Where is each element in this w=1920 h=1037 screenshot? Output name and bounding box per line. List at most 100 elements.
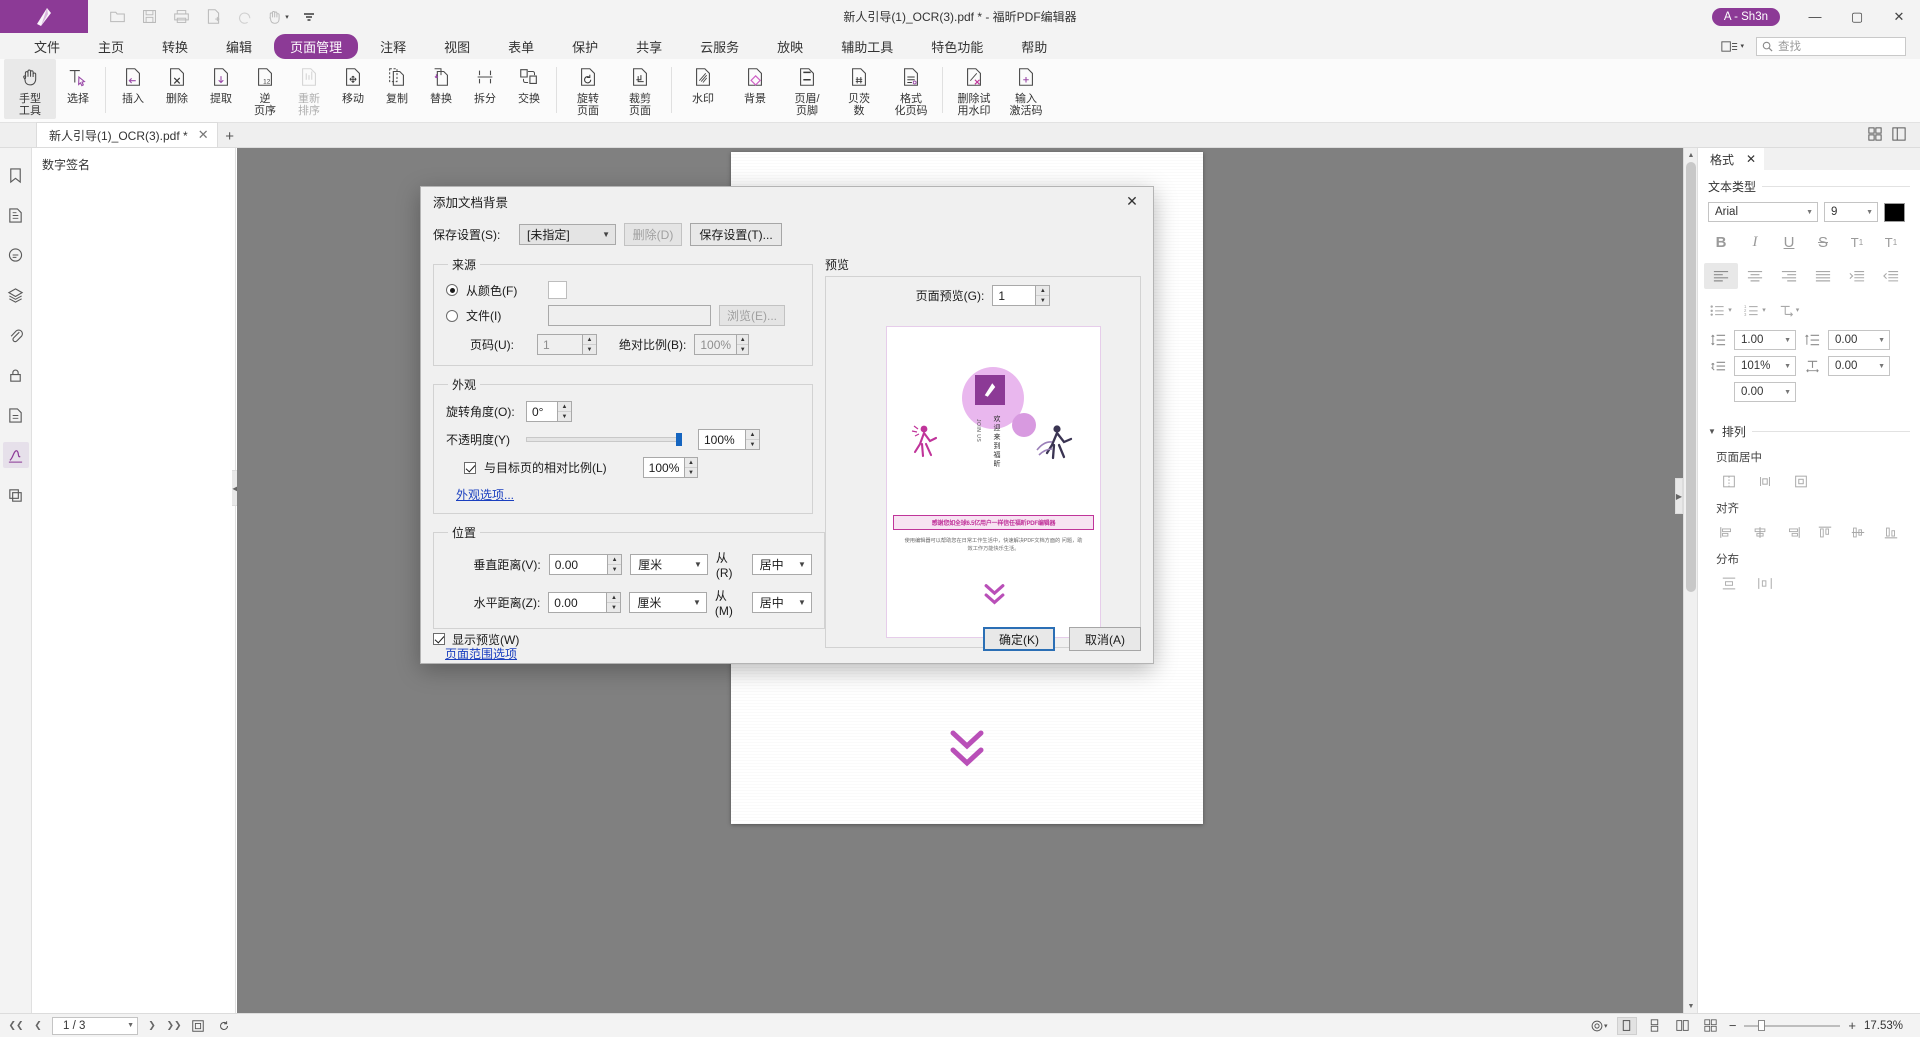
paragraph-spacing-input[interactable]: 0.00 ▼	[1828, 330, 1890, 350]
spin-down-icon[interactable]: ▼	[1036, 296, 1049, 305]
save-icon[interactable]	[134, 4, 164, 30]
next-page-icon[interactable]: ❯	[144, 1018, 160, 1034]
menu-present[interactable]: 放映	[761, 34, 819, 59]
bates-number-button[interactable]: 贝茨 数	[833, 59, 885, 119]
enter-activation-code-button[interactable]: 输入 激活码	[1000, 59, 1052, 119]
spinner-arrows[interactable]: ▲▼	[736, 334, 749, 355]
save-settings-select[interactable]: [未指定] ▼	[519, 224, 616, 245]
align-obj-top-icon[interactable]	[1810, 520, 1841, 544]
move-page-button[interactable]: 移动	[331, 59, 375, 119]
spin-up-icon[interactable]: ▲	[1036, 286, 1049, 296]
security-icon[interactable]	[3, 362, 29, 388]
bold-icon[interactable]: B	[1704, 229, 1738, 255]
document-scrollbar[interactable]: ▲ ▼	[1683, 148, 1697, 1013]
zoom-slider[interactable]	[1744, 1019, 1840, 1033]
zoom-level[interactable]: 17.53%	[1864, 1020, 1910, 1032]
close-icon[interactable]: ✕	[1746, 152, 1756, 166]
stamp-icon[interactable]	[3, 482, 29, 508]
delete-page-button[interactable]: 删除	[155, 59, 199, 119]
close-button[interactable]: ✕	[1878, 0, 1920, 33]
undo-icon[interactable]	[230, 4, 260, 30]
format-page-number-button[interactable]: 格式 化页码	[885, 59, 937, 119]
extract-page-button[interactable]: 提取	[199, 59, 243, 119]
browse-button[interactable]: 浏览(E)...	[719, 305, 785, 326]
maximize-button[interactable]: ▢	[1836, 0, 1878, 33]
ok-button[interactable]: 确定(K)	[983, 627, 1055, 651]
collapse-triangle-icon[interactable]: ▼	[1708, 427, 1716, 436]
single-page-icon[interactable]	[1617, 1017, 1637, 1035]
superscript-icon[interactable]: T1	[1840, 229, 1874, 255]
tab-format[interactable]: 格式 ✕	[1698, 148, 1764, 170]
align-right-icon[interactable]	[1772, 263, 1806, 289]
opacity-knob[interactable]	[676, 433, 682, 446]
page-number-spinner[interactable]: 1 ▲▼	[537, 334, 597, 355]
align-center-icon[interactable]	[1738, 263, 1772, 289]
menu-help[interactable]: 帮助	[1005, 34, 1063, 59]
ribbon-layout-icon[interactable]: ▾	[1717, 38, 1748, 55]
pages-thumbnail-icon[interactable]	[3, 202, 29, 228]
copy-page-button[interactable]: 复制	[375, 59, 419, 119]
new-page-icon[interactable]	[198, 4, 228, 30]
menu-convert[interactable]: 转换	[146, 34, 204, 59]
italic-icon[interactable]: I	[1738, 229, 1772, 255]
search-input[interactable]: 查找	[1756, 37, 1906, 56]
horizontal-distance-spinner[interactable]: 0.00 ▲▼	[548, 592, 621, 613]
insert-page-button[interactable]: 插入	[111, 59, 155, 119]
spinner-arrows[interactable]: ▲▼	[557, 401, 572, 422]
select-tool-button[interactable]: 选择	[56, 59, 100, 119]
align-obj-left-icon[interactable]	[1712, 520, 1743, 544]
document-tab[interactable]: 新人引导(1)_OCR(3).pdf * ✕	[36, 122, 218, 147]
menu-features[interactable]: 特色功能	[915, 34, 999, 59]
absolute-scale-spinner[interactable]: 100% ▲▼	[694, 334, 749, 355]
from-color-radio[interactable]	[446, 284, 458, 296]
spin-up-icon[interactable]: ▲	[583, 335, 596, 345]
open-icon[interactable]	[102, 4, 132, 30]
menu-view[interactable]: 视图	[428, 34, 486, 59]
page-number-input[interactable]: 1 / 3 ▼	[52, 1017, 138, 1035]
close-icon[interactable]: ✕	[1119, 190, 1145, 212]
menu-file[interactable]: 文件	[18, 34, 76, 59]
tab-layout-icon[interactable]	[1892, 127, 1906, 144]
relative-scale-checkbox[interactable]	[464, 462, 476, 474]
text-direction-icon[interactable]: ▾	[1772, 297, 1806, 323]
char-scale-input[interactable]: 101% ▼	[1734, 356, 1796, 376]
background-color-swatch[interactable]	[548, 281, 567, 299]
center-both-icon[interactable]	[1784, 469, 1818, 493]
reverse-page-button[interactable]: 12 逆 页序	[243, 59, 287, 119]
file-path-input[interactable]	[548, 305, 711, 326]
align-justify-icon[interactable]	[1806, 263, 1840, 289]
spinner-arrows[interactable]: ▲▼	[606, 592, 621, 613]
font-size-select[interactable]: 9 ▼	[1824, 202, 1878, 222]
align-obj-center-icon[interactable]	[1745, 520, 1776, 544]
spin-down-icon[interactable]: ▼	[583, 345, 596, 354]
swap-page-button[interactable]: 交换	[507, 59, 551, 119]
horizontal-from-select[interactable]: 居中 ▼	[752, 592, 812, 613]
horizontal-unit-select[interactable]: 厘米 ▼	[629, 592, 707, 613]
new-tab-button[interactable]: +	[218, 128, 242, 147]
spinner-arrows[interactable]: ▲▼	[745, 429, 760, 450]
opacity-slider[interactable]	[526, 432, 682, 448]
cancel-button[interactable]: 取消(A)	[1069, 627, 1141, 651]
extra-spacing-input[interactable]: 0.00 ▼	[1734, 382, 1796, 402]
header-footer-button[interactable]: 页眉/ 页脚	[781, 59, 833, 119]
print-icon[interactable]	[166, 4, 196, 30]
menu-page-management[interactable]: 页面管理	[274, 34, 358, 59]
digital-signature-icon[interactable]	[3, 442, 29, 468]
right-panel-collapse-handle[interactable]: ▶	[1675, 478, 1683, 514]
subscript-icon[interactable]: T1	[1874, 229, 1908, 255]
zoom-knob[interactable]	[1758, 1020, 1765, 1031]
delete-settings-button[interactable]: 删除(D)	[624, 223, 682, 246]
relative-scale-spinner[interactable]: 100% ▲▼	[643, 457, 698, 478]
last-page-icon[interactable]: ❯❯	[166, 1018, 182, 1034]
strikethrough-icon[interactable]: S	[1806, 229, 1840, 255]
first-page-icon[interactable]: ❮❮	[8, 1018, 24, 1034]
opacity-spinner[interactable]: 100% ▲▼	[698, 429, 760, 450]
distribute-horizontal-icon[interactable]	[1748, 571, 1782, 595]
chevron-down-icon[interactable]: ▼	[127, 1022, 134, 1029]
background-button[interactable]: 背景	[729, 59, 781, 119]
spinner-arrows[interactable]: ▲▼	[582, 334, 597, 355]
split-page-button[interactable]: 拆分	[463, 59, 507, 119]
rotate-page-button[interactable]: 旋转 页面	[562, 59, 614, 119]
minimize-button[interactable]: —	[1794, 0, 1836, 33]
comment-icon[interactable]	[3, 242, 29, 268]
